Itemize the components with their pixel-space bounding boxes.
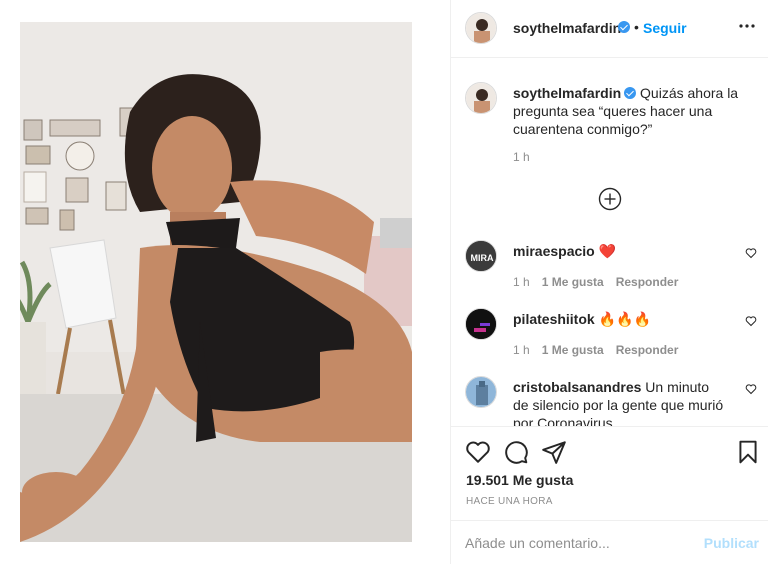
avatar-image <box>466 13 496 43</box>
heart-icon[interactable] <box>745 383 757 395</box>
likes-count[interactable]: 19.501 Me gusta <box>466 472 573 488</box>
comment-avatar[interactable] <box>465 308 497 340</box>
comment-item: pilateshiitok 🔥🔥🔥 1 h 1 Me gusta Responder <box>465 308 761 368</box>
comment-likes[interactable]: 1 Me gusta <box>542 343 604 357</box>
comment-text-block: miraespacio ❤️ <box>513 242 728 260</box>
comment-time[interactable]: 1 h <box>513 275 530 289</box>
comment-username[interactable]: cristobalsanandres <box>513 379 641 395</box>
avatar[interactable] <box>465 12 497 44</box>
comment-item: cristobalsanandres Un minuto de silencio… <box>465 376 761 426</box>
post-photo-image <box>20 22 412 542</box>
follow-button[interactable]: Seguir <box>643 20 687 36</box>
comment-username[interactable]: miraespacio <box>513 243 595 259</box>
comment-icon[interactable] <box>503 439 529 465</box>
avatar-logo-text: MIRA <box>471 253 494 263</box>
comment-input[interactable] <box>465 533 685 553</box>
comment-text: ❤️ <box>598 243 617 259</box>
heart-icon[interactable] <box>745 247 757 259</box>
verified-badge-icon <box>618 21 630 33</box>
avatar-image <box>466 83 496 113</box>
bookmark-icon[interactable] <box>735 439 761 465</box>
post-header: soythelmafardin • Seguir <box>451 0 768 58</box>
reply-button[interactable]: Responder <box>616 343 679 357</box>
comment-text: 🔥🔥🔥 <box>598 311 651 327</box>
instagram-post: soythelmafardin • Seguir soythelmafardin… <box>0 0 768 564</box>
comment-text-block: pilateshiitok 🔥🔥🔥 <box>513 310 728 328</box>
comment-meta: 1 h 1 Me gusta Responder <box>513 275 690 289</box>
paper-plane-icon[interactable] <box>541 439 567 465</box>
comment-avatar[interactable]: MIRA <box>465 240 497 272</box>
photo-area <box>0 0 450 564</box>
avatar-image <box>466 377 496 407</box>
post-author-username[interactable]: soythelmafardin <box>513 20 621 36</box>
post-panel: soythelmafardin • Seguir soythelmafardin… <box>450 0 768 564</box>
verified-badge-icon <box>624 87 637 99</box>
comment-text-block: cristobalsanandres Un minuto de silencio… <box>513 378 728 426</box>
reply-button[interactable]: Responder <box>616 275 679 289</box>
comment-likes[interactable]: 1 Me gusta <box>542 275 604 289</box>
heart-icon[interactable] <box>745 315 757 327</box>
post-timestamp[interactable]: HACE UNA HORA <box>466 496 553 507</box>
comment-time[interactable]: 1 h <box>513 343 530 357</box>
heart-icon[interactable] <box>465 439 491 465</box>
comment-item: MIRA miraespacio ❤️ 1 h 1 Me gusta Respond… <box>465 240 761 300</box>
caption-time[interactable]: 1 h <box>513 150 530 164</box>
avatar-image: MIRA <box>466 241 496 271</box>
separator-dot: • <box>634 19 639 35</box>
plus-circle-icon[interactable] <box>598 187 622 211</box>
comment-avatar[interactable] <box>465 376 497 408</box>
add-comment-bar: Publicar <box>451 520 768 564</box>
publish-button[interactable]: Publicar <box>704 535 759 551</box>
comment-meta: 1 h 1 Me gusta Responder <box>513 343 690 357</box>
more-horizontal-icon[interactable] <box>735 14 759 38</box>
caption-text-block: soythelmafardin Quizás ahora la pregunta… <box>513 84 753 138</box>
comments-list[interactable]: soythelmafardin Quizás ahora la pregunta… <box>451 58 768 426</box>
post-photo[interactable] <box>20 22 412 542</box>
avatar-image <box>466 309 496 339</box>
caption-username[interactable]: soythelmafardin <box>513 85 621 101</box>
caption-avatar[interactable] <box>465 82 497 114</box>
comment-username[interactable]: pilateshiitok <box>513 311 595 327</box>
